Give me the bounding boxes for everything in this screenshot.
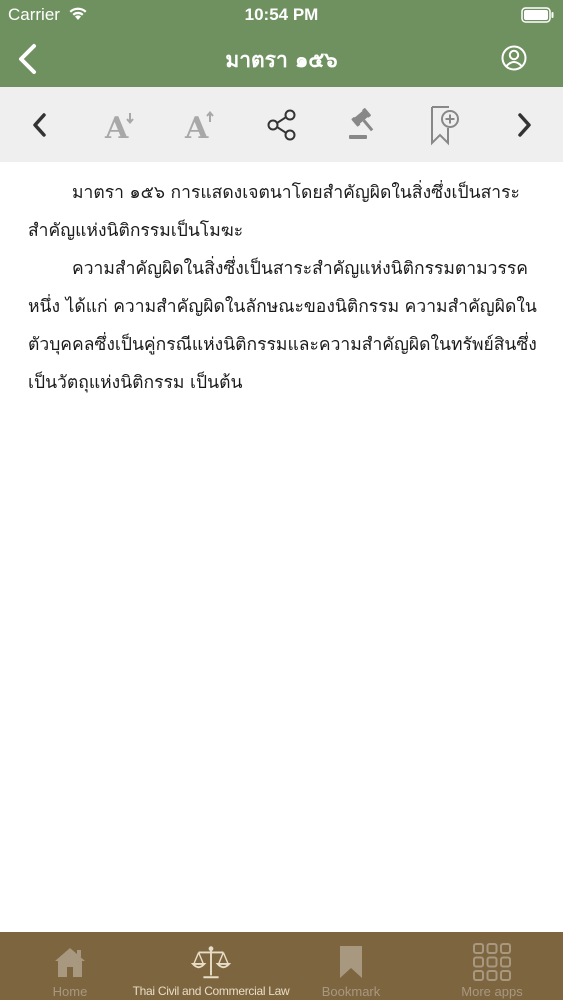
gavel-icon (349, 108, 374, 139)
profile-button[interactable] (499, 43, 529, 73)
tab-bar: Home Thai Civil and Commercial Law Bookm… (0, 932, 563, 1000)
share-button[interactable] (260, 103, 304, 147)
home-icon (50, 942, 90, 982)
font-increase-icon: A (184, 110, 214, 142)
chevron-right-icon (518, 113, 531, 137)
paragraph-1: มาตรา ๑๕๖ การแสดงเจตนาโดยสำคัญผิดในสิ่งซ… (28, 183, 520, 241)
increase-font-button[interactable]: A (178, 103, 222, 147)
navigation-bar: มาตรา ๑๕๖ (0, 30, 563, 87)
next-section-button[interactable] (502, 103, 546, 147)
paragraph-2: ความสำคัญผิดในสิ่งซึ่งเป็นสาระสำคัญแห่งน… (28, 259, 537, 393)
svg-text:A: A (184, 111, 209, 142)
tab-more-apps[interactable]: More apps (422, 932, 562, 1000)
chevron-left-icon (33, 113, 46, 137)
back-button[interactable] (12, 42, 46, 76)
bookmark-add-icon (431, 106, 459, 146)
tab-label: Home (52, 984, 88, 999)
previous-section-button[interactable] (18, 103, 62, 147)
svg-text:A: A (104, 111, 129, 142)
tab-label: Thai Civil and Commercial Law (132, 984, 290, 998)
tab-label: Bookmark (321, 984, 381, 999)
bookmark-icon (331, 942, 371, 982)
battery-icon (521, 7, 555, 27)
status-bar: Carrier 10:54 PM (0, 0, 563, 30)
user-icon (501, 45, 527, 71)
clock: 10:54 PM (244, 5, 319, 24)
grid-icon (472, 942, 512, 982)
tab-thai-civil-commercial-law[interactable]: Thai Civil and Commercial Law (133, 932, 290, 1000)
font-decrease-icon: A (104, 111, 134, 142)
add-bookmark-button[interactable] (422, 103, 466, 147)
decrease-font-button[interactable]: A (98, 103, 142, 147)
scales-icon (191, 942, 231, 982)
toolbar: A A (0, 87, 563, 162)
law-text-content[interactable]: มาตรา ๑๕๖ การแสดงเจตนาโดยสำคัญผิดในสิ่งซ… (0, 162, 563, 932)
page-title: มาตรา ๑๕๖ (225, 48, 338, 72)
chevron-left-icon (19, 44, 36, 74)
tab-home[interactable]: Home (0, 932, 140, 1000)
share-icon (267, 109, 296, 141)
related-law-button[interactable] (340, 103, 384, 147)
tab-bookmark[interactable]: Bookmark (281, 932, 421, 1000)
tab-label: More apps (461, 984, 523, 999)
